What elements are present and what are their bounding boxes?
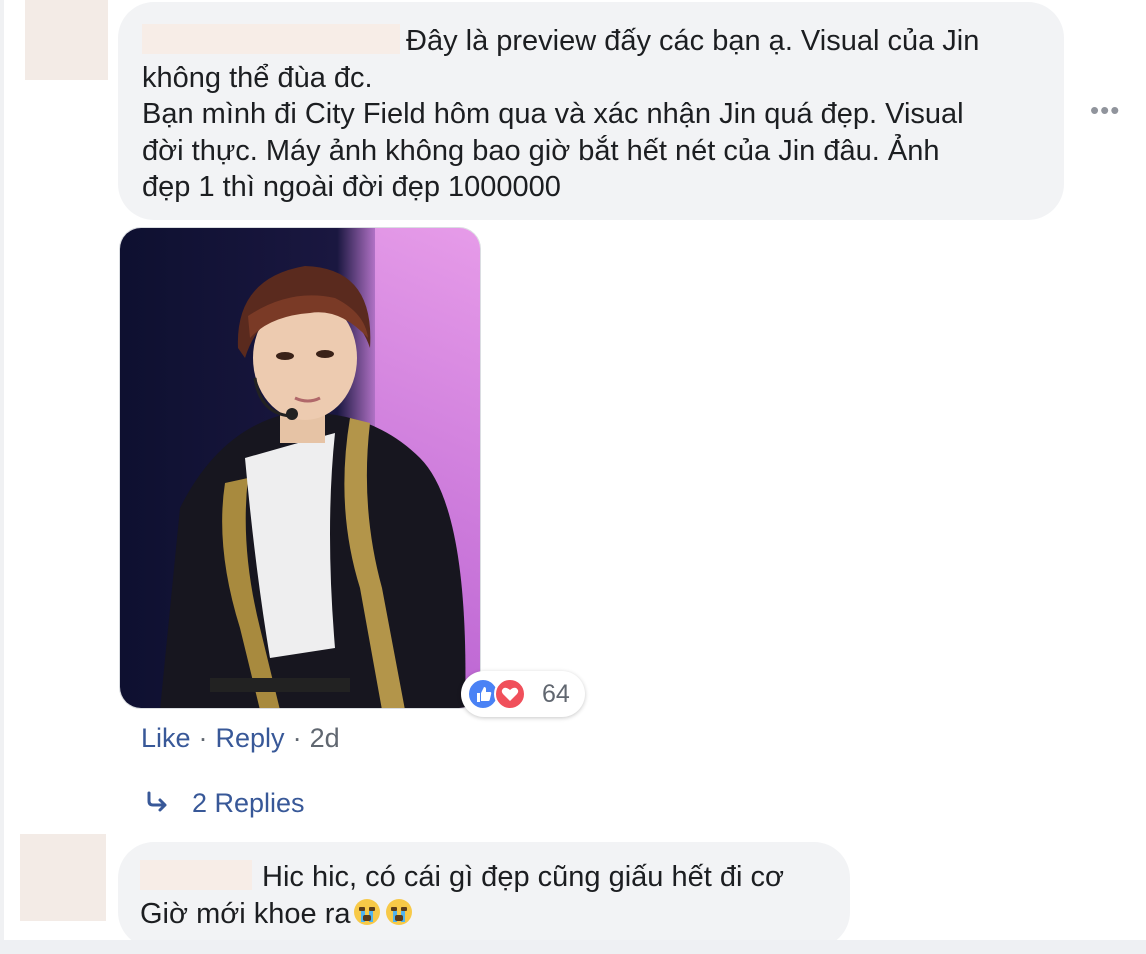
- reply-arrow-icon: [146, 790, 174, 819]
- bottom-scroll-edge: [0, 940, 1146, 954]
- comment-actions: Like · Reply · 2d: [141, 723, 340, 754]
- reply-link[interactable]: Reply: [216, 723, 285, 753]
- action-separator: ·: [292, 723, 302, 753]
- love-reaction-icon: [494, 678, 526, 710]
- comment-line: Hic hic, có cái gì đẹp cũng giấu hết đi …: [140, 859, 828, 896]
- comment-bubble: Đây là preview đấy các bạn ạ. Visual của…: [118, 2, 1064, 220]
- commenter-avatar[interactable]: [25, 0, 108, 80]
- like-link[interactable]: Like: [141, 723, 191, 753]
- comment-line: đẹp 1 thì ngoài đời đẹp 1000000: [142, 171, 561, 203]
- reaction-count: 64: [542, 680, 570, 708]
- redacted-commenter-name[interactable]: [140, 860, 252, 891]
- comment-bubble: Hic hic, có cái gì đẹp cũng giấu hết đi …: [118, 842, 850, 948]
- replies-count-label[interactable]: 2 Replies: [192, 788, 305, 819]
- more-options-icon[interactable]: •••: [1090, 97, 1120, 123]
- reactions-summary[interactable]: 64: [461, 671, 585, 717]
- comment-line: không thể đùa đc.: [142, 61, 373, 94]
- comment-text: Đây là preview đấy các bạn ạ. Visual của…: [406, 25, 980, 57]
- comment-photo[interactable]: [119, 227, 481, 709]
- comment-line: Bạn mình đi City Field hôm qua và xác nh…: [142, 98, 964, 130]
- crying-face-emoji: [352, 897, 382, 927]
- comment-line: Giờ mới khoe ra: [140, 896, 828, 933]
- action-separator: ·: [198, 723, 208, 753]
- redacted-commenter-name[interactable]: [142, 24, 400, 55]
- crying-face-emoji: [384, 897, 414, 927]
- comment-text: Giờ mới khoe ra: [140, 897, 351, 930]
- comment-line: đời thực. Máy ảnh không bao giờ bắt hết …: [142, 134, 940, 167]
- comment-line: Đây là preview đấy các bạn ạ. Visual của…: [142, 23, 1040, 60]
- left-divider: [0, 0, 4, 954]
- commenter-avatar[interactable]: [20, 834, 106, 921]
- comment-timestamp[interactable]: 2d: [310, 723, 340, 753]
- comment-text: Hic hic, có cái gì đẹp cũng giấu hết đi …: [262, 861, 784, 893]
